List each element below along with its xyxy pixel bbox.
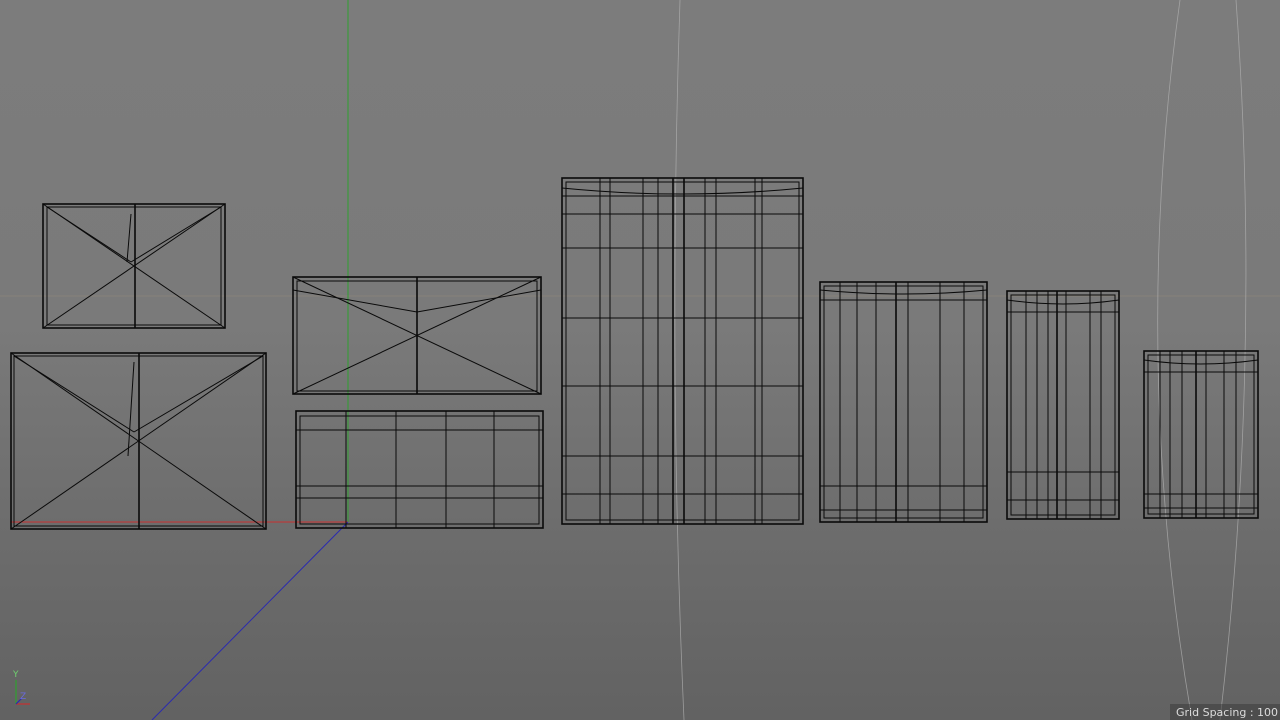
guide-curve-1 xyxy=(674,0,685,720)
3d-viewport[interactable]: Y Z Grid Spacing : 100 cm xyxy=(0,0,1280,720)
envelope-tall-small[interactable] xyxy=(1143,350,1259,519)
axis-gizmo: Y Z xyxy=(10,670,34,710)
guide-curve-2 xyxy=(1157,0,1193,720)
envelope-flap-wide[interactable] xyxy=(292,276,542,395)
envelope-flap-small[interactable] xyxy=(42,203,226,329)
grid-spacing-status: Grid Spacing : 100 cm xyxy=(1170,704,1280,720)
gizmo-y-label: Y xyxy=(13,670,19,680)
envelope-box-wide[interactable] xyxy=(295,410,544,529)
gizmo-z-label: Z xyxy=(20,692,27,702)
viewport-scene[interactable] xyxy=(0,0,1280,720)
envelope-tall-narrow[interactable] xyxy=(1006,290,1120,520)
envelope-flap-large[interactable] xyxy=(10,352,267,530)
envelope-tall-large[interactable] xyxy=(561,177,804,525)
envelope-tall-medium[interactable] xyxy=(819,281,988,523)
z-axis-line xyxy=(151,521,349,720)
